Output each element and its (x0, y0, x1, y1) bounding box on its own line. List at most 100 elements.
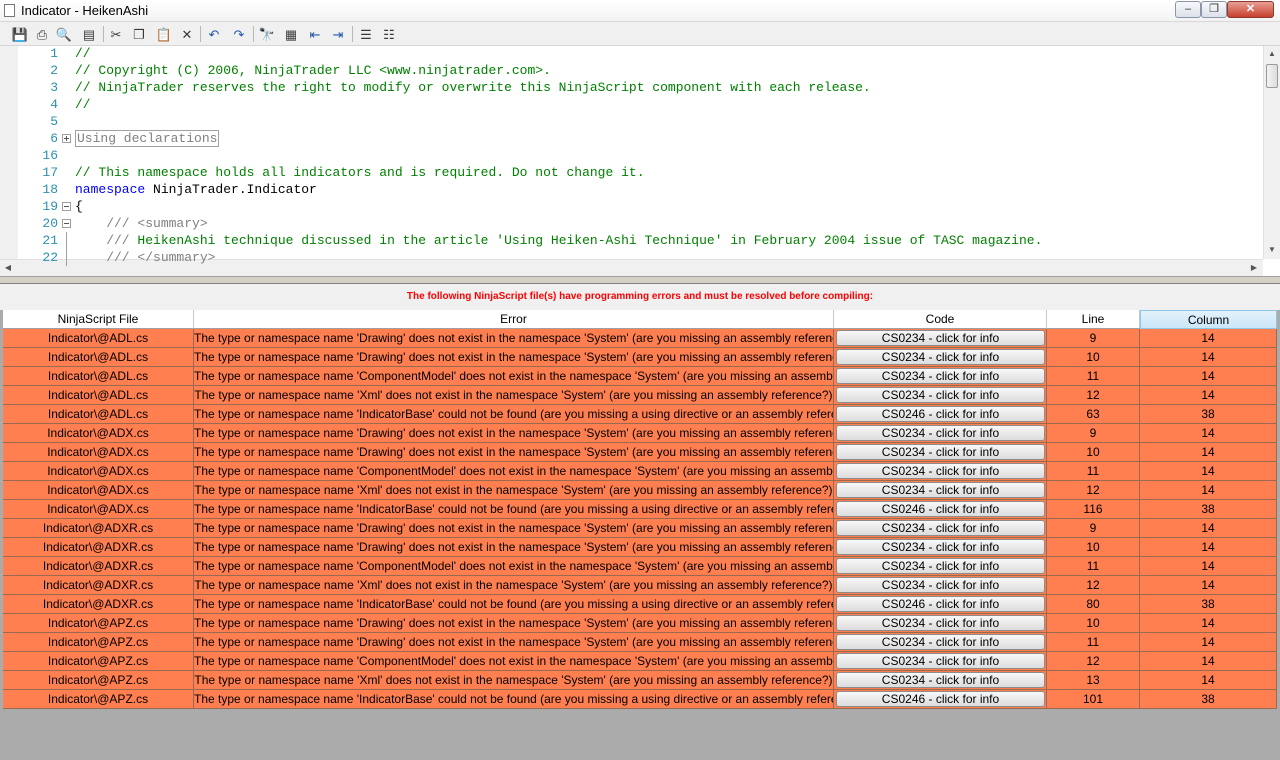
decrease-indent-icon[interactable]: ⇤ (307, 26, 323, 42)
line-cell: 13 (1047, 671, 1140, 690)
line-number: 16 (42, 148, 58, 163)
table-row[interactable]: Indicator\@ADXR.cs The type or namespace … (3, 519, 1277, 538)
collapsed-region[interactable]: Using declarations (75, 130, 220, 147)
column-cell: 14 (1140, 633, 1277, 652)
code-line[interactable]: 6 Using declarations (0, 130, 1262, 147)
code-line[interactable]: 3 // NinjaTrader reserves the right to mo… (0, 79, 1262, 96)
error-code-button[interactable]: CS0234 - click for info (836, 482, 1045, 498)
column-cell: 14 (1140, 386, 1277, 405)
table-row[interactable]: Indicator\@APZ.cs The type or namespace n… (3, 671, 1277, 690)
table-row[interactable]: Indicator\@ADX.cs The type or namespace n… (3, 462, 1277, 481)
code-cell: CS0234 - click for info (834, 386, 1047, 405)
copy-icon[interactable]: ❐ (131, 26, 147, 42)
code-line[interactable]: 5 (0, 113, 1262, 130)
code-cell: CS0234 - click for info (834, 614, 1047, 633)
find-icon[interactable]: 🔭 (259, 26, 275, 42)
scroll-down-icon[interactable]: ▼ (1264, 242, 1280, 258)
code-line[interactable]: 21 /// HeikenAshi technique discussed in… (0, 232, 1262, 249)
table-row[interactable]: Indicator\@ADL.cs The type or namespace n… (3, 405, 1277, 424)
column-header-line[interactable]: Line (1047, 310, 1140, 329)
code-line[interactable]: 19 { (0, 198, 1262, 215)
table-row[interactable]: Indicator\@ADL.cs The type or namespace n… (3, 386, 1277, 405)
error-code-button[interactable]: CS0234 - click for info (836, 349, 1045, 365)
table-row[interactable]: Indicator\@ADX.cs The type or namespace n… (3, 500, 1277, 519)
error-code-button[interactable]: CS0246 - click for info (836, 406, 1045, 422)
error-code-button[interactable]: CS0234 - click for info (836, 368, 1045, 384)
collapse-region-icon[interactable] (62, 219, 71, 228)
code-line[interactable]: 20 /// <summary> (0, 215, 1262, 232)
column-cell: 14 (1140, 443, 1277, 462)
delete-icon[interactable]: ✕ (179, 26, 195, 42)
minimize-button[interactable]: – (1175, 1, 1201, 18)
code-line[interactable]: 4 // (0, 96, 1262, 113)
column-cell: 14 (1140, 519, 1277, 538)
redo-icon[interactable]: ↷ (231, 26, 247, 42)
scrollbar-thumb[interactable] (1266, 64, 1278, 88)
error-cell: The type or namespace name 'Drawing' doe… (194, 424, 834, 443)
error-code-button[interactable]: CS0234 - click for info (836, 577, 1045, 593)
collapse-region-icon[interactable] (62, 202, 71, 211)
error-code-button[interactable]: CS0234 - click for info (836, 653, 1045, 669)
insert-code-icon[interactable]: ▦ (283, 26, 299, 42)
table-row[interactable]: Indicator\@ADX.cs The type or namespace n… (3, 443, 1277, 462)
table-row[interactable]: Indicator\@ADL.cs The type or namespace n… (3, 348, 1277, 367)
close-button[interactable]: ✕ (1227, 1, 1274, 18)
comment-icon[interactable]: ☰ (358, 26, 374, 42)
error-code-button[interactable]: CS0234 - click for info (836, 463, 1045, 479)
error-code-button[interactable]: CS0234 - click for info (836, 387, 1045, 403)
maximize-button[interactable]: ❐ (1201, 1, 1227, 18)
error-code-button[interactable]: CS0246 - click for info (836, 691, 1045, 707)
error-code-button[interactable]: CS0246 - click for info (836, 596, 1045, 612)
scroll-up-icon[interactable]: ▲ (1264, 46, 1280, 62)
table-row[interactable]: Indicator\@ADXR.cs The type or namespace … (3, 595, 1277, 614)
table-row[interactable]: Indicator\@ADL.cs The type or namespace n… (3, 367, 1277, 386)
error-code-button[interactable]: CS0246 - click for info (836, 501, 1045, 517)
line-cell: 63 (1047, 405, 1140, 424)
error-code-button[interactable]: CS0234 - click for info (836, 539, 1045, 555)
code-cell: CS0234 - click for info (834, 348, 1047, 367)
code-cell: CS0234 - click for info (834, 633, 1047, 652)
save-icon[interactable]: 💾 (12, 26, 28, 42)
code-line[interactable]: 2 // Copyright (C) 2006, NinjaTrader LLC … (0, 62, 1262, 79)
table-row[interactable]: Indicator\@APZ.cs The type or namespace n… (3, 652, 1277, 671)
table-row[interactable]: Indicator\@APZ.cs The type or namespace n… (3, 690, 1277, 709)
table-row[interactable]: Indicator\@APZ.cs The type or namespace n… (3, 614, 1277, 633)
print-icon[interactable]: ⎙ (34, 26, 50, 42)
table-row[interactable]: Indicator\@ADL.cs The type or namespace n… (3, 329, 1277, 348)
cut-icon[interactable]: ✂ (108, 26, 124, 42)
error-code-button[interactable]: CS0234 - click for info (836, 558, 1045, 574)
column-header-error[interactable]: Error (194, 310, 834, 329)
table-row[interactable]: Indicator\@ADXR.cs The type or namespace … (3, 538, 1277, 557)
page-setup-icon[interactable]: ▤ (81, 26, 97, 42)
uncomment-icon[interactable]: ☷ (381, 26, 397, 42)
error-code-button[interactable]: CS0234 - click for info (836, 520, 1045, 536)
column-header-column[interactable]: Column (1140, 310, 1277, 329)
table-row[interactable]: Indicator\@ADX.cs The type or namespace n… (3, 481, 1277, 500)
column-header-file[interactable]: NinjaScript File (3, 310, 194, 329)
table-row[interactable]: Indicator\@APZ.cs The type or namespace n… (3, 633, 1277, 652)
error-code-button[interactable]: CS0234 - click for info (836, 330, 1045, 346)
undo-icon[interactable]: ↶ (206, 26, 222, 42)
line-number: 5 (50, 114, 58, 129)
error-code-button[interactable]: CS0234 - click for info (836, 615, 1045, 631)
code-editor[interactable]: ▲ ▼ ◀ ▶ 1//2// Copyright (C) 2006, Ninja… (0, 46, 1280, 276)
error-code-button[interactable]: CS0234 - click for info (836, 634, 1045, 650)
code-line[interactable]: 16 (0, 147, 1262, 164)
code-line[interactable]: 22 /// </summary> (0, 249, 1262, 266)
table-row[interactable]: Indicator\@ADX.cs The type or namespace n… (3, 424, 1277, 443)
code-line[interactable]: 1 // (0, 45, 1262, 62)
panel-splitter[interactable] (0, 276, 1280, 284)
table-row[interactable]: Indicator\@ADXR.cs The type or namespace … (3, 557, 1277, 576)
expand-region-icon[interactable] (62, 134, 71, 143)
error-code-button[interactable]: CS0234 - click for info (836, 444, 1045, 460)
error-code-button[interactable]: CS0234 - click for info (836, 672, 1045, 688)
paste-icon[interactable]: 📋 (156, 26, 172, 42)
column-header-code[interactable]: Code (834, 310, 1047, 329)
table-row[interactable]: Indicator\@ADXR.cs The type or namespace … (3, 576, 1277, 595)
increase-indent-icon[interactable]: ⇥ (330, 26, 346, 42)
error-code-button[interactable]: CS0234 - click for info (836, 425, 1045, 441)
code-line[interactable]: 18 namespace NinjaTrader.Indicator (0, 181, 1262, 198)
print-preview-icon[interactable]: 🔍 (56, 26, 72, 42)
vertical-scrollbar[interactable]: ▲ ▼ (1263, 46, 1280, 259)
code-line[interactable]: 17 // This namespace holds all indicators… (0, 164, 1262, 181)
